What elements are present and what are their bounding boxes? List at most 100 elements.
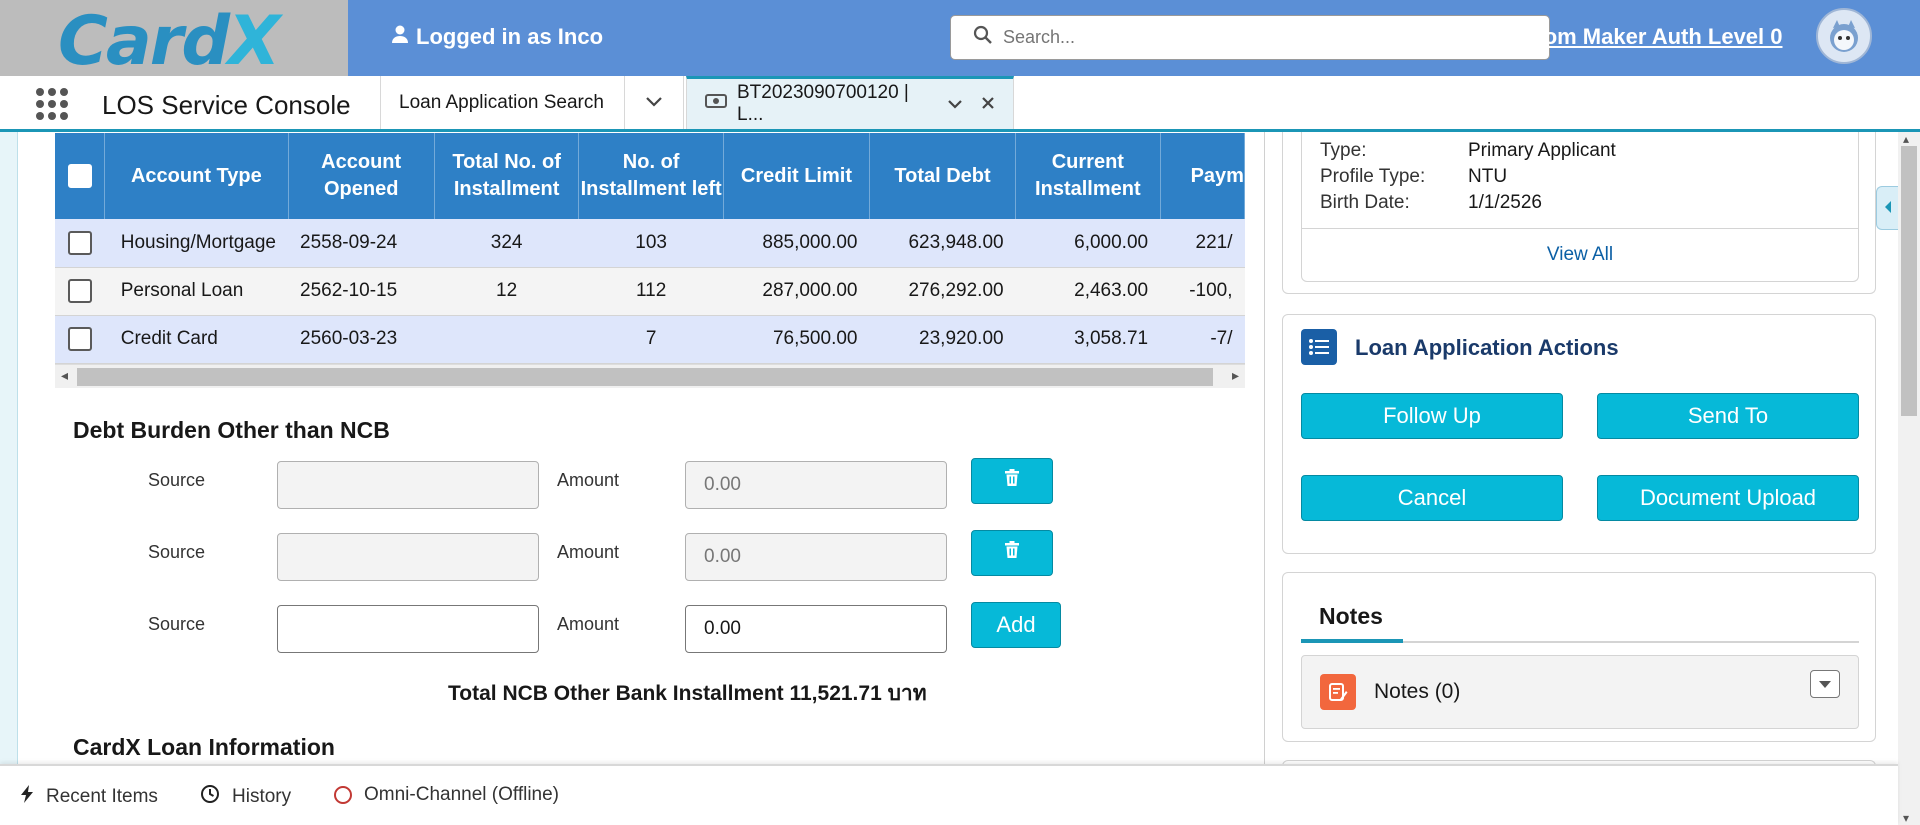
offline-status-icon xyxy=(334,786,352,804)
recent-items-label: Recent Items xyxy=(46,786,158,807)
row-select-cell xyxy=(55,267,105,316)
scroll-up-icon[interactable]: ▴ xyxy=(1903,132,1909,146)
page-vertical-scrollbar[interactable]: ▴ ▾ xyxy=(1898,132,1920,825)
cell-total-installment: 324 xyxy=(434,219,579,268)
row-checkbox[interactable] xyxy=(67,230,92,255)
scrollbar-thumb[interactable] xyxy=(1901,146,1917,416)
cell-credit-limit: 287,000.00 xyxy=(723,267,870,316)
app-launcher-icon[interactable] xyxy=(36,88,68,120)
close-icon[interactable] xyxy=(981,93,995,116)
col-account-type[interactable]: Account Type xyxy=(104,133,289,219)
console-nav-bar: LOS Service Console Loan Application Sea… xyxy=(0,76,1920,132)
row-select-cell xyxy=(55,219,105,268)
chevron-down-icon xyxy=(645,91,663,114)
tab-loan-record[interactable]: BT2023090700120 | L... xyxy=(686,76,1014,129)
col-total-debt[interactable]: Total Debt xyxy=(869,133,1017,219)
type-value: Primary Applicant xyxy=(1468,140,1616,161)
column-divider xyxy=(1264,132,1265,764)
cell-total-installment: 12 xyxy=(434,267,579,316)
scroll-down-icon[interactable]: ▾ xyxy=(1903,811,1909,825)
table-row: Personal Loan 2562-10-15 12 112 287,000.… xyxy=(55,267,1245,316)
debt-burden-title: Debt Burden Other than NCB xyxy=(73,417,390,443)
col-account-opened[interactable]: Account Opened xyxy=(288,133,435,219)
sandbox-label: | Sandbox: UAT | xyxy=(1206,24,1381,49)
cell-current-installment: 3,058.71 xyxy=(1015,315,1161,364)
chevron-left-icon xyxy=(1883,200,1893,217)
amount-label: Amount xyxy=(557,542,620,562)
col-payment[interactable]: Paym xyxy=(1160,133,1245,219)
source-field[interactable] xyxy=(277,461,539,509)
profile-label: Profile Type: xyxy=(1320,166,1426,187)
cancel-button[interactable]: Cancel xyxy=(1301,475,1563,521)
user-icon xyxy=(390,24,410,50)
banner-right: | Sandbox: UAT | Log out as incom Maker … xyxy=(1206,24,1783,50)
cell-total-debt: 276,292.00 xyxy=(869,267,1016,316)
cell-credit-limit: 76,500.00 xyxy=(723,315,870,364)
delete-row-button[interactable] xyxy=(971,530,1053,576)
cell-opened: 2562-10-15 xyxy=(288,267,435,316)
notes-dropdown-button[interactable] xyxy=(1810,670,1840,698)
table-horizontal-scrollbar[interactable]: ◂ ▸ xyxy=(55,364,1245,388)
col-installment-left[interactable]: No. of Installment left xyxy=(578,133,724,219)
type-label: Type: xyxy=(1320,140,1367,161)
add-button[interactable]: Add xyxy=(971,602,1061,648)
delete-row-button[interactable] xyxy=(971,458,1053,504)
history-button[interactable]: History xyxy=(200,784,291,810)
panel-collapse-button[interactable] xyxy=(1876,186,1898,230)
omni-channel-button[interactable]: Omni-Channel (Offline) xyxy=(334,784,559,806)
trash-icon xyxy=(1004,541,1020,565)
cell-payment: -7/ xyxy=(1160,315,1245,364)
cardx-logo[interactable]: CardX xyxy=(58,2,280,81)
col-credit-limit[interactable]: Credit Limit xyxy=(723,133,870,219)
source-field[interactable] xyxy=(277,533,539,581)
cell-installment-left: 7 xyxy=(578,315,724,364)
col-current-installment[interactable]: Current Installment xyxy=(1015,133,1161,219)
row-select-cell xyxy=(55,315,105,364)
col-total-installment[interactable]: Total No. of Installment xyxy=(434,133,580,219)
tab-notes[interactable]: Notes xyxy=(1319,603,1383,630)
cell-account-type: Credit Card xyxy=(104,315,288,364)
select-all-checkbox[interactable] xyxy=(67,164,92,189)
notes-list-item[interactable]: Notes (0) xyxy=(1301,655,1859,729)
recent-items-button[interactable]: Recent Items xyxy=(20,784,158,810)
caret-down-icon xyxy=(1818,676,1832,692)
cell-installment-left: 112 xyxy=(578,267,724,316)
view-all-link[interactable]: View All xyxy=(1302,244,1858,266)
ncb-account-table: Account Type Account Opened Total No. of… xyxy=(55,133,1245,389)
app-name: LOS Service Console xyxy=(102,90,351,120)
scrollbar-thumb[interactable] xyxy=(77,368,1213,386)
document-upload-button[interactable]: Document Upload xyxy=(1597,475,1859,521)
cell-total-debt: 23,920.00 xyxy=(869,315,1016,364)
amount-field[interactable]: 0.00 xyxy=(685,461,947,509)
scroll-right-icon[interactable]: ▸ xyxy=(1232,367,1239,384)
tab-label: Loan Application Search xyxy=(399,91,604,113)
login-banner: Logged in as Inco | Sandbox: UAT | Log o… xyxy=(348,0,1822,76)
cell-credit-limit: 885,000.00 xyxy=(723,219,870,268)
cell-current-installment: 6,000.00 xyxy=(1015,219,1161,268)
money-icon xyxy=(705,93,727,115)
cell-payment: -100, xyxy=(1160,267,1245,316)
select-all-cell xyxy=(55,133,106,219)
amount-input[interactable]: 0.00 xyxy=(685,605,947,653)
amount-field[interactable]: 0.00 xyxy=(685,533,947,581)
actions-title: Loan Application Actions xyxy=(1355,335,1619,360)
amount-label: Amount xyxy=(557,614,620,634)
row-checkbox[interactable] xyxy=(67,279,92,303)
cardx-loan-info-title: CardX Loan Information xyxy=(73,734,335,760)
source-input[interactable] xyxy=(277,605,539,653)
cell-installment-left: 103 xyxy=(578,219,724,268)
history-label: History xyxy=(232,786,292,807)
scroll-left-icon[interactable]: ◂ xyxy=(61,367,68,384)
chevron-down-icon[interactable] xyxy=(947,93,963,116)
profile-row: Profile Type: NTU xyxy=(1320,166,1507,188)
lightning-icon xyxy=(20,784,34,810)
cell-total-debt: 623,948.00 xyxy=(869,219,1016,268)
left-edge xyxy=(0,132,18,764)
tab-loan-application-search[interactable]: Loan Application Search xyxy=(380,76,624,129)
logout-link[interactable]: Log out as incom Maker Auth Level 0 xyxy=(1395,24,1783,49)
row-checkbox[interactable] xyxy=(67,327,92,351)
nav-dropdown-button[interactable] xyxy=(624,76,684,129)
follow-up-button[interactable]: Follow Up xyxy=(1301,393,1563,439)
send-to-button[interactable]: Send To xyxy=(1597,393,1859,439)
avatar[interactable] xyxy=(1816,8,1872,64)
